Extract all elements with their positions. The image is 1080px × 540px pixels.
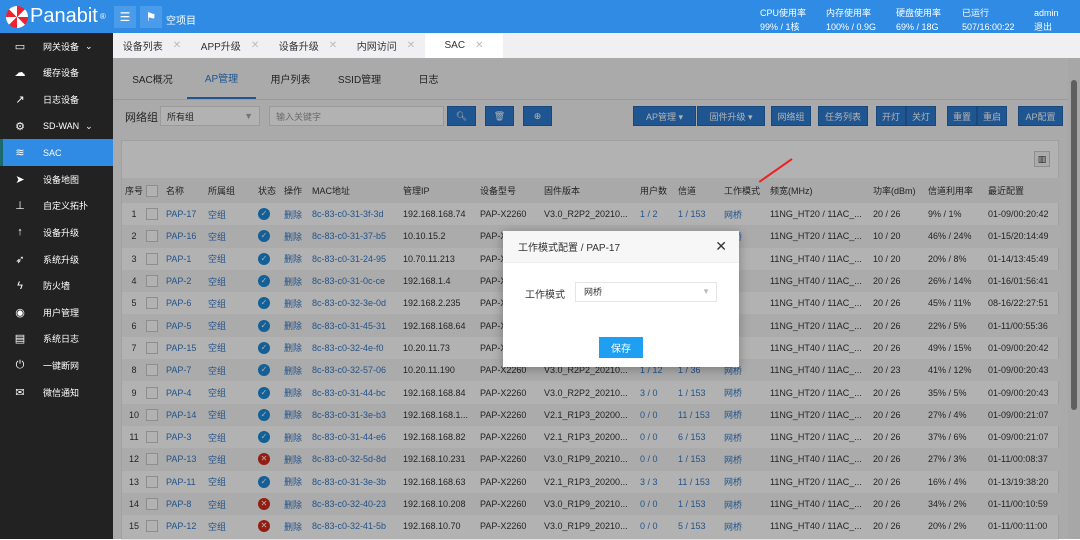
sidebar-item-12[interactable]: ⏻ 一键断网 (0, 352, 113, 379)
bolt-icon: ϟ (17, 279, 23, 292)
brand-name: Panabit (30, 5, 98, 27)
close-tab-icon[interactable]: ✕ (251, 40, 259, 51)
logo-mark-icon (6, 5, 28, 28)
stat-label: 内存使用率 (826, 8, 872, 18)
chart-line-icon: ↗ (15, 93, 25, 106)
sidebar-item-7[interactable]: ↑ 设备升级 (0, 219, 113, 246)
sidebar-item-label: 系统升级 (43, 254, 80, 265)
sidebar-item-6[interactable]: ⊥ 自定义拓扑 (0, 193, 113, 220)
tab-label: 设备升级 (278, 42, 319, 53)
sidebar-item-3[interactable]: ⚙ SD-WAN ⌄ (0, 113, 113, 140)
chevron-down-icon: ⌄ (85, 120, 93, 131)
close-tab-icon[interactable]: ✕ (329, 40, 337, 51)
sidebar-item-label: SD-WAN (43, 121, 80, 132)
top-bar: Panabit ® ☰ ⚑ 空项目 CPU使用率 99% / 1核 内存使用率 100%… (0, 0, 1080, 33)
stat-label: 已运行 (962, 8, 990, 18)
rocket-icon: ➶ (15, 253, 25, 266)
save-button[interactable]: 保存 (599, 337, 643, 358)
user-circle-icon: ◉ (15, 306, 25, 319)
sidebar-item-4[interactable]: ≋ SAC (0, 139, 113, 166)
tab-3[interactable]: 内网访问 ✕ (347, 33, 425, 58)
sidebar-item-1[interactable]: ☁ 缓存设备 (0, 60, 113, 87)
sidebar-item-label: SAC (43, 147, 62, 158)
sidebar-item-label: 用户管理 (43, 307, 80, 318)
stat-label: admin (1034, 8, 1059, 18)
tab-label: APP升级 (200, 42, 241, 53)
tab-bar: 设备列表 ✕ APP升级 ✕ 设备升级 ✕ 内网访问 ✕ SAC ✕ (113, 33, 1080, 58)
work-mode-select[interactable]: 网桥 ▼ (575, 282, 717, 302)
sidebar-item-label: 设备升级 (43, 227, 80, 238)
project-flag-button[interactable]: ⚑ (140, 6, 162, 28)
project-name: 空项目 (166, 16, 196, 27)
sidebar-item-label: 防火墙 (43, 281, 71, 292)
stat-label: CPU使用率 (760, 8, 807, 18)
chevron-down-icon: ⌄ (85, 40, 93, 51)
sidebar-item-label: 系统日志 (43, 334, 80, 345)
monitor-icon: ▭ (14, 40, 26, 53)
sidebar-item-label: 网关设备 (43, 41, 80, 52)
sidebar-item-13[interactable]: ✉ 微信通知 (0, 379, 113, 406)
panabit-logo: Panabit ® (6, 5, 106, 28)
close-tab-icon[interactable]: ✕ (475, 40, 483, 51)
menu-toggle-button[interactable]: ☰ (114, 6, 136, 28)
power-icon: ⏻ (15, 358, 25, 371)
stat-1: 内存使用率 100% / 0.9G (826, 6, 876, 34)
close-tab-icon[interactable]: ✕ (173, 40, 181, 51)
sidebar-item-10[interactable]: ◉ 用户管理 (0, 299, 113, 326)
close-icon[interactable]: ✕ (715, 238, 727, 255)
sidebar-item-label: 自定义拓扑 (43, 201, 89, 212)
flag-icon: ⚑ (145, 10, 157, 24)
sidebar-item-2[interactable]: ↗ 日志设备 (0, 86, 113, 113)
tab-2[interactable]: 设备升级 ✕ (269, 33, 347, 58)
stat-2: 硬盘使用率 69% / 18G (896, 6, 941, 34)
dialog-title: 工作模式配置 / PAP-17 (518, 243, 621, 254)
sidebar-item-11[interactable]: ▤ 系统日志 (0, 326, 113, 353)
stat-value: 507/16:00:22 (962, 22, 1015, 32)
stat-value: 99% / 1核 (760, 22, 800, 32)
work-mode-label: 工作模式 (525, 290, 565, 301)
tab-0[interactable]: 设备列表 ✕ (113, 33, 191, 58)
tab-4[interactable]: SAC ✕ (425, 33, 503, 58)
stat-4[interactable]: admin 退出 (1034, 6, 1059, 34)
sidebar-item-label: 微信通知 (43, 387, 80, 398)
sidebar-item-5[interactable]: ➤ 设备地图 (0, 166, 113, 193)
list-icon: ▤ (14, 333, 26, 346)
cloud-download-icon: ☁ (14, 67, 26, 80)
stat-value: 100% / 0.9G (826, 22, 877, 32)
registered-mark: ® (99, 12, 106, 21)
stat-0: CPU使用率 99% / 1核 (760, 6, 806, 34)
sidebar-item-0[interactable]: ▭ 网关设备 ⌄ (0, 33, 113, 60)
stat-3: 已运行 507/16:00:22 (962, 6, 1015, 34)
menu-icon: ☰ (119, 10, 131, 24)
sidebar-item-label: 日志设备 (43, 94, 80, 105)
location-arrow-icon: ➤ (15, 173, 25, 186)
sidebar-item-label: 缓存设备 (43, 68, 80, 79)
stat-value[interactable]: 退出 (1034, 20, 1059, 34)
arrow-up-icon: ↑ (17, 226, 23, 239)
work-mode-value: 网桥 (584, 287, 603, 297)
sidebar-item-8[interactable]: ➶ 系统升级 (0, 246, 113, 273)
tab-label: 内网访问 (356, 42, 397, 53)
wechat-icon: ✉ (15, 386, 25, 399)
sidebar-item-label: 设备地图 (43, 174, 80, 185)
sitemap-icon: ⊥ (15, 200, 25, 213)
tab-label: 设备列表 (122, 42, 163, 53)
work-mode-dialog: 工作模式配置 / PAP-17 ✕ 工作模式 网桥 ▼ 保存 (503, 231, 739, 367)
tab-label: SAC (444, 40, 466, 51)
chevron-down-icon: ▼ (702, 287, 710, 296)
sidebar-item-9[interactable]: ϟ 防火墙 (0, 272, 113, 299)
close-tab-icon[interactable]: ✕ (407, 40, 415, 51)
tab-1[interactable]: APP升级 ✕ (191, 33, 269, 58)
wifi-icon: ≋ (15, 147, 25, 160)
stat-label: 硬盘使用率 (896, 8, 942, 18)
sidebar: ▭ 网关设备 ⌄ ☁ 缓存设备 ↗ 日志设备 ⚙ SD-WAN ⌄ ≋ SAC ➤ 设备地图 ⊥ 自定义拓扑 ↑… (0, 33, 113, 539)
gears-icon: ⚙ (15, 120, 25, 133)
sidebar-item-label: 一键断网 (43, 360, 80, 371)
stat-value: 69% / 18G (896, 22, 939, 32)
